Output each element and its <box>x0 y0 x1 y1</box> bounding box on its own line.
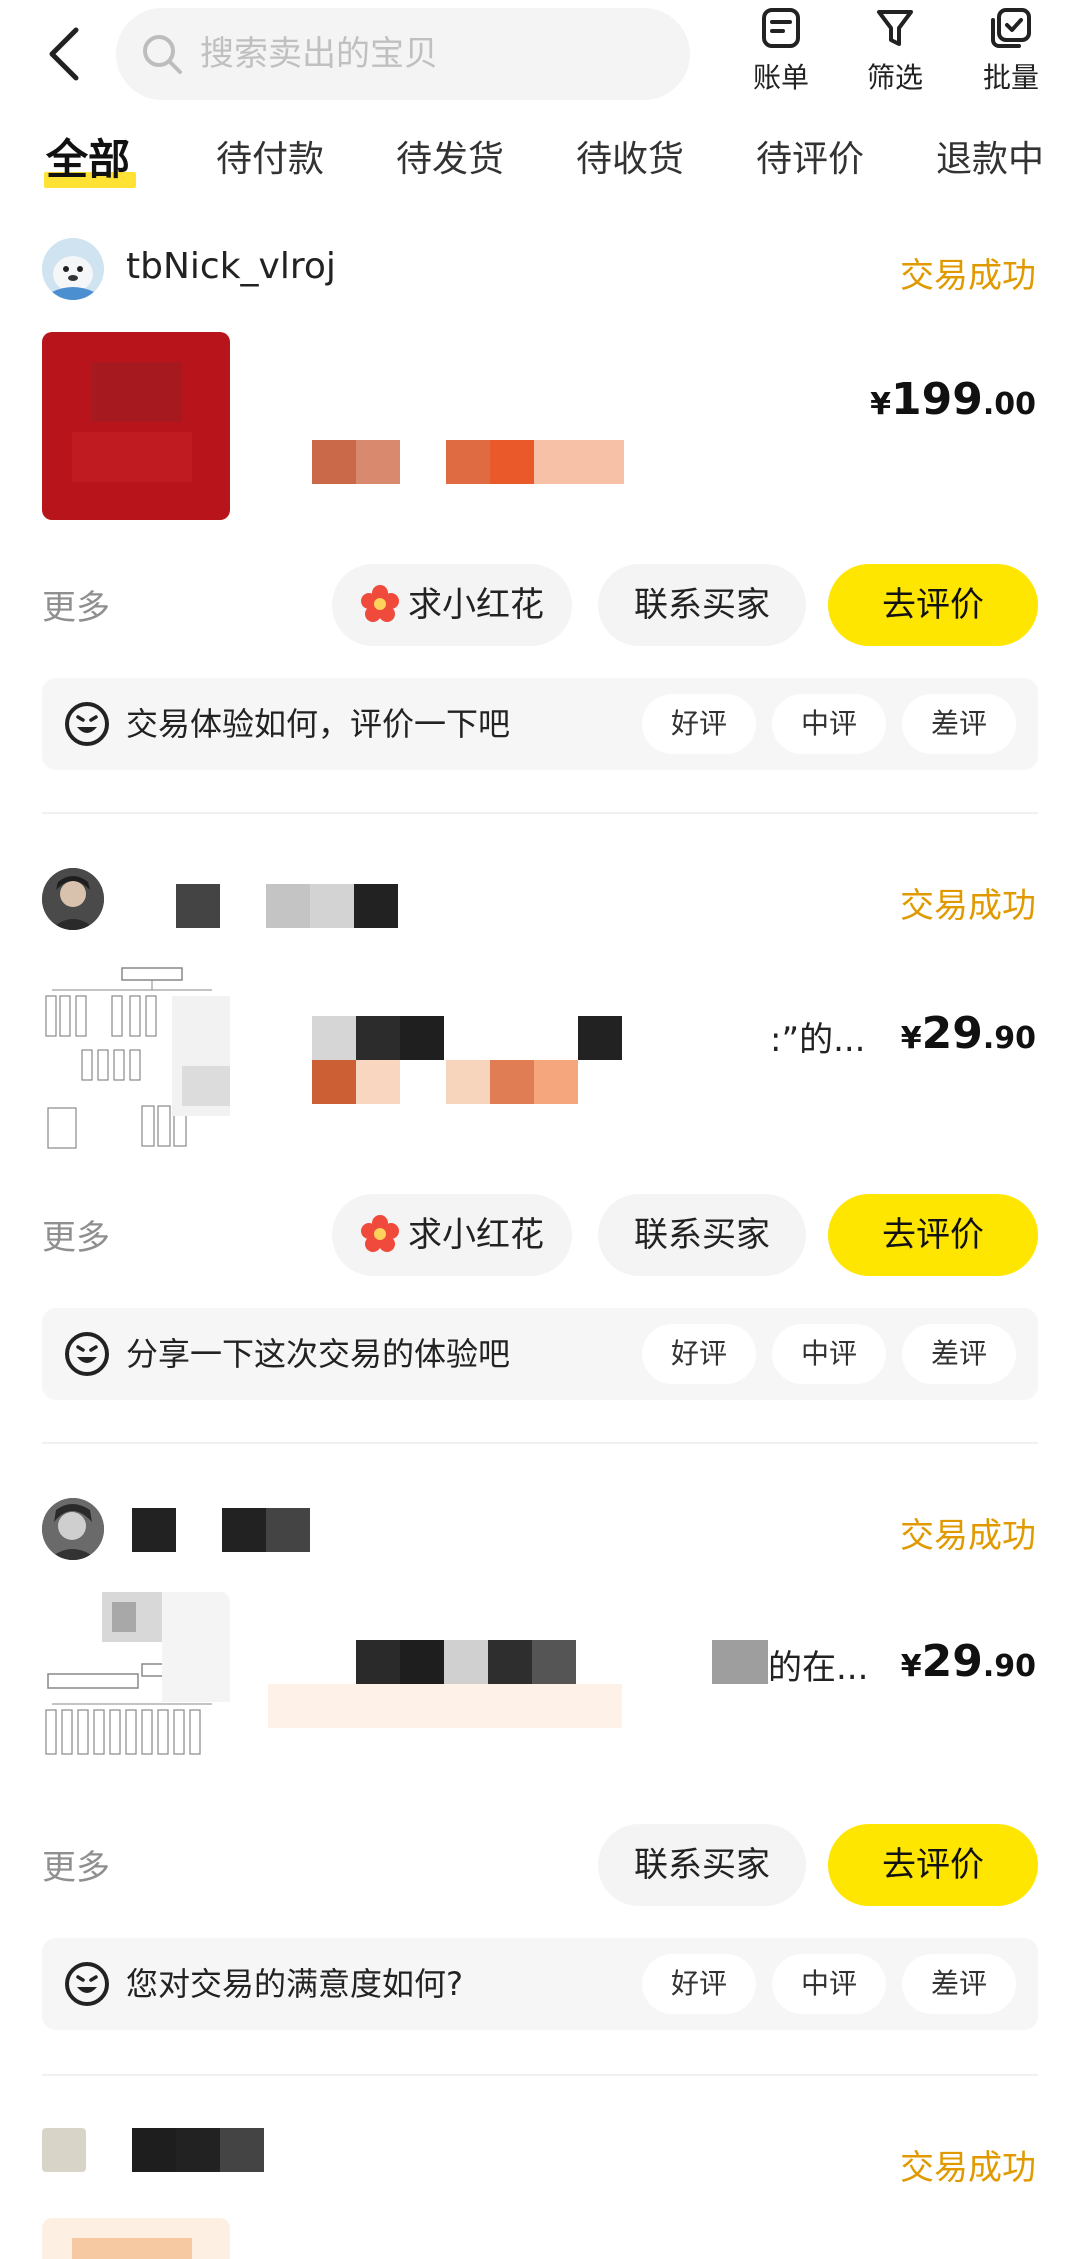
smiley-face-icon <box>65 1332 109 1376</box>
neutral-rating-button[interactable]: 中评 <box>772 1324 886 1384</box>
divider <box>42 2074 1038 2076</box>
flower-icon <box>361 1214 399 1252</box>
avatar[interactable] <box>42 238 104 300</box>
filter-label: 筛选 <box>866 61 923 94</box>
ask-flower-button[interactable]: 求小红花 <box>332 1194 572 1276</box>
contact-buyer-button[interactable]: 联系买家 <box>598 1824 806 1906</box>
order-status: 交易成功 <box>900 256 1036 296</box>
more-link[interactable]: 更多 <box>42 1210 110 1259</box>
filter-button[interactable]: 筛选 <box>850 6 940 106</box>
contact-buyer-button[interactable]: 联系买家 <box>598 564 806 646</box>
more-link[interactable]: 更多 <box>42 580 110 629</box>
good-rating-button[interactable]: 好评 <box>642 694 756 754</box>
product-thumbnail[interactable] <box>42 2218 230 2259</box>
person-avatar-icon <box>42 1498 104 1560</box>
order-status: 交易成功 <box>900 1516 1036 1556</box>
tab-all[interactable]: 全部 <box>46 130 130 190</box>
divider <box>42 1442 1038 1444</box>
filter-icon <box>877 10 913 46</box>
product-thumbnail[interactable] <box>42 1592 230 1780</box>
review-prompt-bar: 交易体验如何，评价一下吧 好评 中评 差评 <box>42 678 1038 770</box>
product-title-fragment[interactable]: :”的... <box>770 1012 866 1061</box>
tab-refunding[interactable]: 退款中 <box>936 130 1044 190</box>
review-prompt-text: 分享一下这次交易的体验吧 <box>126 1335 511 1373</box>
review-button[interactable]: 去评价 <box>828 1194 1038 1276</box>
order-status: 交易成功 <box>900 886 1036 926</box>
product-thumbnail[interactable] <box>42 332 230 520</box>
more-link[interactable]: 更多 <box>42 1840 110 1889</box>
bill-label: 账单 <box>752 61 809 94</box>
search-icon <box>143 35 182 74</box>
review-button[interactable]: 去评价 <box>828 1824 1038 1906</box>
search-bar[interactable]: 搜索卖出的宝贝 <box>116 8 690 100</box>
review-prompt-text: 交易体验如何，评价一下吧 <box>126 705 511 743</box>
chevron-left-icon <box>49 27 79 81</box>
product-thumbnail[interactable] <box>42 966 230 1154</box>
divider <box>42 812 1038 814</box>
back-button[interactable] <box>40 24 90 84</box>
avatar[interactable] <box>42 2128 86 2172</box>
tab-pending-shipment[interactable]: 待发货 <box>396 130 504 190</box>
smiley-face-icon <box>65 702 109 746</box>
bill-icon <box>762 8 800 48</box>
avatar[interactable] <box>42 1498 104 1560</box>
bill-button[interactable]: 账单 <box>736 6 826 106</box>
seal-avatar-icon <box>42 238 104 300</box>
batch-icon <box>991 8 1031 48</box>
bad-rating-button[interactable]: 差评 <box>902 1324 1016 1384</box>
batch-button[interactable]: 批量 <box>966 6 1056 106</box>
tab-pending-payment[interactable]: 待付款 <box>216 130 324 190</box>
order-status: 交易成功 <box>900 2148 1036 2188</box>
neutral-rating-button[interactable]: 中评 <box>772 1954 886 2014</box>
review-prompt-text: 您对交易的满意度如何? <box>126 1965 463 2003</box>
top-bar: 搜索卖出的宝贝 账单 筛选 批量 <box>0 0 1080 120</box>
person-avatar-icon <box>42 868 104 930</box>
smiley-face-icon <box>65 1962 109 2006</box>
product-title-fragment[interactable]: 的在... <box>768 1640 868 1689</box>
flowchart-thumbnail-icon <box>45 1592 230 1755</box>
review-button[interactable]: 去评价 <box>828 564 1038 646</box>
review-prompt-bar: 分享一下这次交易的体验吧 好评 中评 差评 <box>42 1308 1038 1400</box>
good-rating-button[interactable]: 好评 <box>642 1324 756 1384</box>
good-rating-button[interactable]: 好评 <box>642 1954 756 2014</box>
search-placeholder: 搜索卖出的宝贝 <box>200 34 438 74</box>
contact-buyer-button[interactable]: 联系买家 <box>598 1194 806 1276</box>
order-price: ¥29.90 <box>900 1008 1036 1059</box>
buyer-username[interactable]: tbNick_vlroj <box>126 246 336 287</box>
ask-flower-button[interactable]: 求小红花 <box>332 564 572 646</box>
flower-icon <box>361 584 399 622</box>
order-price: ¥199.00 <box>870 374 1036 425</box>
bad-rating-button[interactable]: 差评 <box>902 694 1016 754</box>
bad-rating-button[interactable]: 差评 <box>902 1954 1016 2014</box>
batch-label: 批量 <box>982 61 1039 94</box>
flowchart-thumbnail-icon <box>45 967 230 1149</box>
review-prompt-bar: 您对交易的满意度如何? 好评 中评 差评 <box>42 1938 1038 2030</box>
neutral-rating-button[interactable]: 中评 <box>772 694 886 754</box>
avatar[interactable] <box>42 868 104 930</box>
tab-pending-review[interactable]: 待评价 <box>756 130 864 190</box>
order-price: ¥29.90 <box>900 1636 1036 1687</box>
tab-pending-receipt[interactable]: 待收货 <box>576 130 684 190</box>
